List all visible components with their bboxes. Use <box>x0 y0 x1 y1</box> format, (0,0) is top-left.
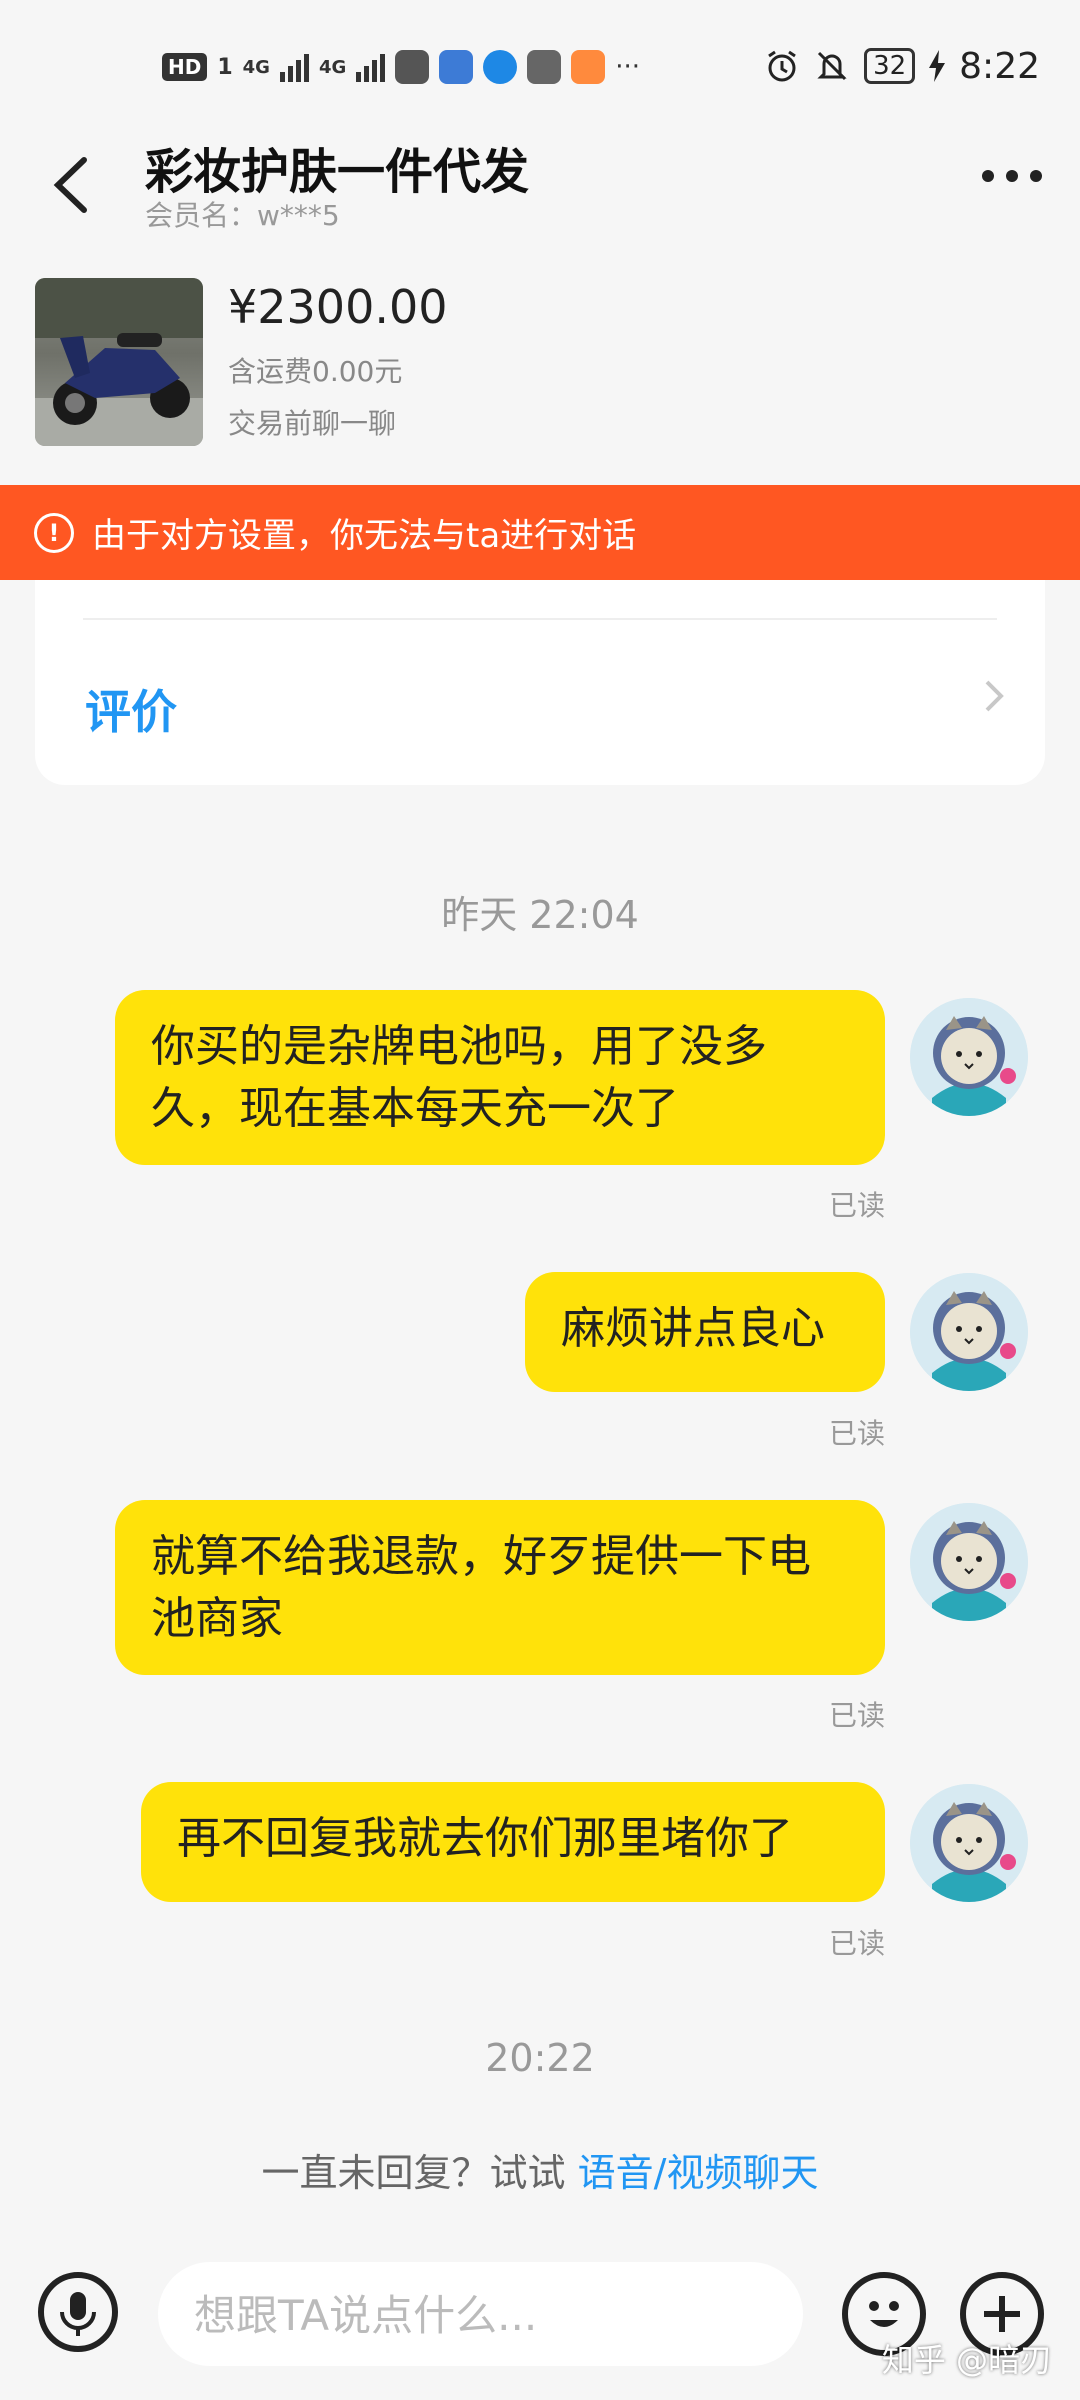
avatar[interactable] <box>910 1784 1028 1902</box>
chat-header: 彩妆护肤一件代发 会员名：w***5 <box>0 130 1080 260</box>
network-type-2: 4G <box>318 56 347 78</box>
message-input[interactable] <box>192 2262 756 2368</box>
blocked-banner-text: 由于对方设置，你无法与ta进行对话 <box>92 516 637 556</box>
message-bubble[interactable]: 麻烦讲点良心 <box>525 1272 885 1392</box>
timestamp: 昨天 22:04 <box>441 893 639 937</box>
network-type-1: 4G <box>242 56 270 78</box>
warning-icon: ! <box>34 512 74 553</box>
sim-indicator: 1 <box>217 54 233 80</box>
app-notification-icon <box>527 50 562 84</box>
battery-level: 32 <box>864 48 916 84</box>
signal-icon-2 <box>356 52 386 82</box>
clock: 8:22 <box>959 45 1040 87</box>
avatar[interactable] <box>910 1503 1028 1621</box>
app-notification-icon <box>439 50 474 84</box>
more-dots-icon <box>982 170 994 182</box>
avatar[interactable] <box>910 1273 1028 1391</box>
page-title: 彩妆护肤一件代发 <box>145 144 530 200</box>
app-notification-icon <box>571 50 606 84</box>
divider <box>83 618 997 620</box>
mute-icon <box>817 51 847 81</box>
read-status: 已读 <box>828 1699 885 1732</box>
app-notification-icon <box>483 50 518 84</box>
message-bubble[interactable]: 再不回复我就去你们那里堵你了 <box>141 1782 885 1902</box>
app-notification-icon <box>395 50 430 84</box>
read-status: 已读 <box>828 1417 885 1450</box>
review-card[interactable]: 评价 <box>35 580 1045 785</box>
member-name: 会员名：w***5 <box>145 199 340 232</box>
message-bubble[interactable]: 你买的是杂牌电池吗，用了没多久，现在基本每天充一次了 <box>115 990 885 1165</box>
blocked-banner: ! 由于对方设置，你无法与ta进行对话 <box>0 485 1080 580</box>
status-bar: HD 1 4G 4G ··· 32 8:22 <box>0 0 1080 130</box>
product-card[interactable]: ¥2300.00 含运费0.00元 交易前聊一聊 <box>0 260 1080 485</box>
message-bubble[interactable]: 就算不给我退款，好歹提供一下电池商家 <box>115 1500 885 1675</box>
alarm-icon <box>768 50 796 82</box>
read-status: 已读 <box>828 1189 885 1222</box>
timestamp: 20:22 <box>485 2036 595 2080</box>
hd-indicator: HD <box>162 53 208 81</box>
status-bar-right: 32 8:22 <box>764 44 1040 88</box>
more-button[interactable] <box>982 170 1042 182</box>
chevron-right-icon <box>983 676 1005 726</box>
review-label: 评价 <box>85 685 177 739</box>
message-input-wrapper[interactable] <box>158 2262 803 2368</box>
signal-icon <box>279 52 309 82</box>
watermark: 知乎 @暗刃 <box>881 2341 1052 2379</box>
back-button[interactable] <box>48 150 92 236</box>
product-image[interactable] <box>35 278 203 446</box>
microphone-icon <box>60 2292 96 2336</box>
product-price: ¥2300.00 <box>228 280 448 334</box>
charging-icon <box>929 50 946 82</box>
call-hint: 一直未回复？试试 语音/视频聊天 <box>0 2142 1080 2197</box>
read-status: 已读 <box>828 1927 885 1960</box>
shipping-info: 含运费0.00元 <box>228 355 403 388</box>
call-hint-text: 一直未回复？试试 <box>261 2151 578 2195</box>
pre-trade-note: 交易前聊一聊 <box>228 407 397 440</box>
voice-input-button[interactable] <box>38 2272 118 2352</box>
status-bar-left: HD 1 4G 4G ··· <box>162 46 640 88</box>
back-arrow-icon <box>53 157 87 213</box>
more-notifications-icon: ··· <box>615 52 641 82</box>
voice-video-chat-link[interactable]: 语音/视频聊天 <box>578 2151 819 2195</box>
avatar[interactable] <box>910 998 1028 1116</box>
